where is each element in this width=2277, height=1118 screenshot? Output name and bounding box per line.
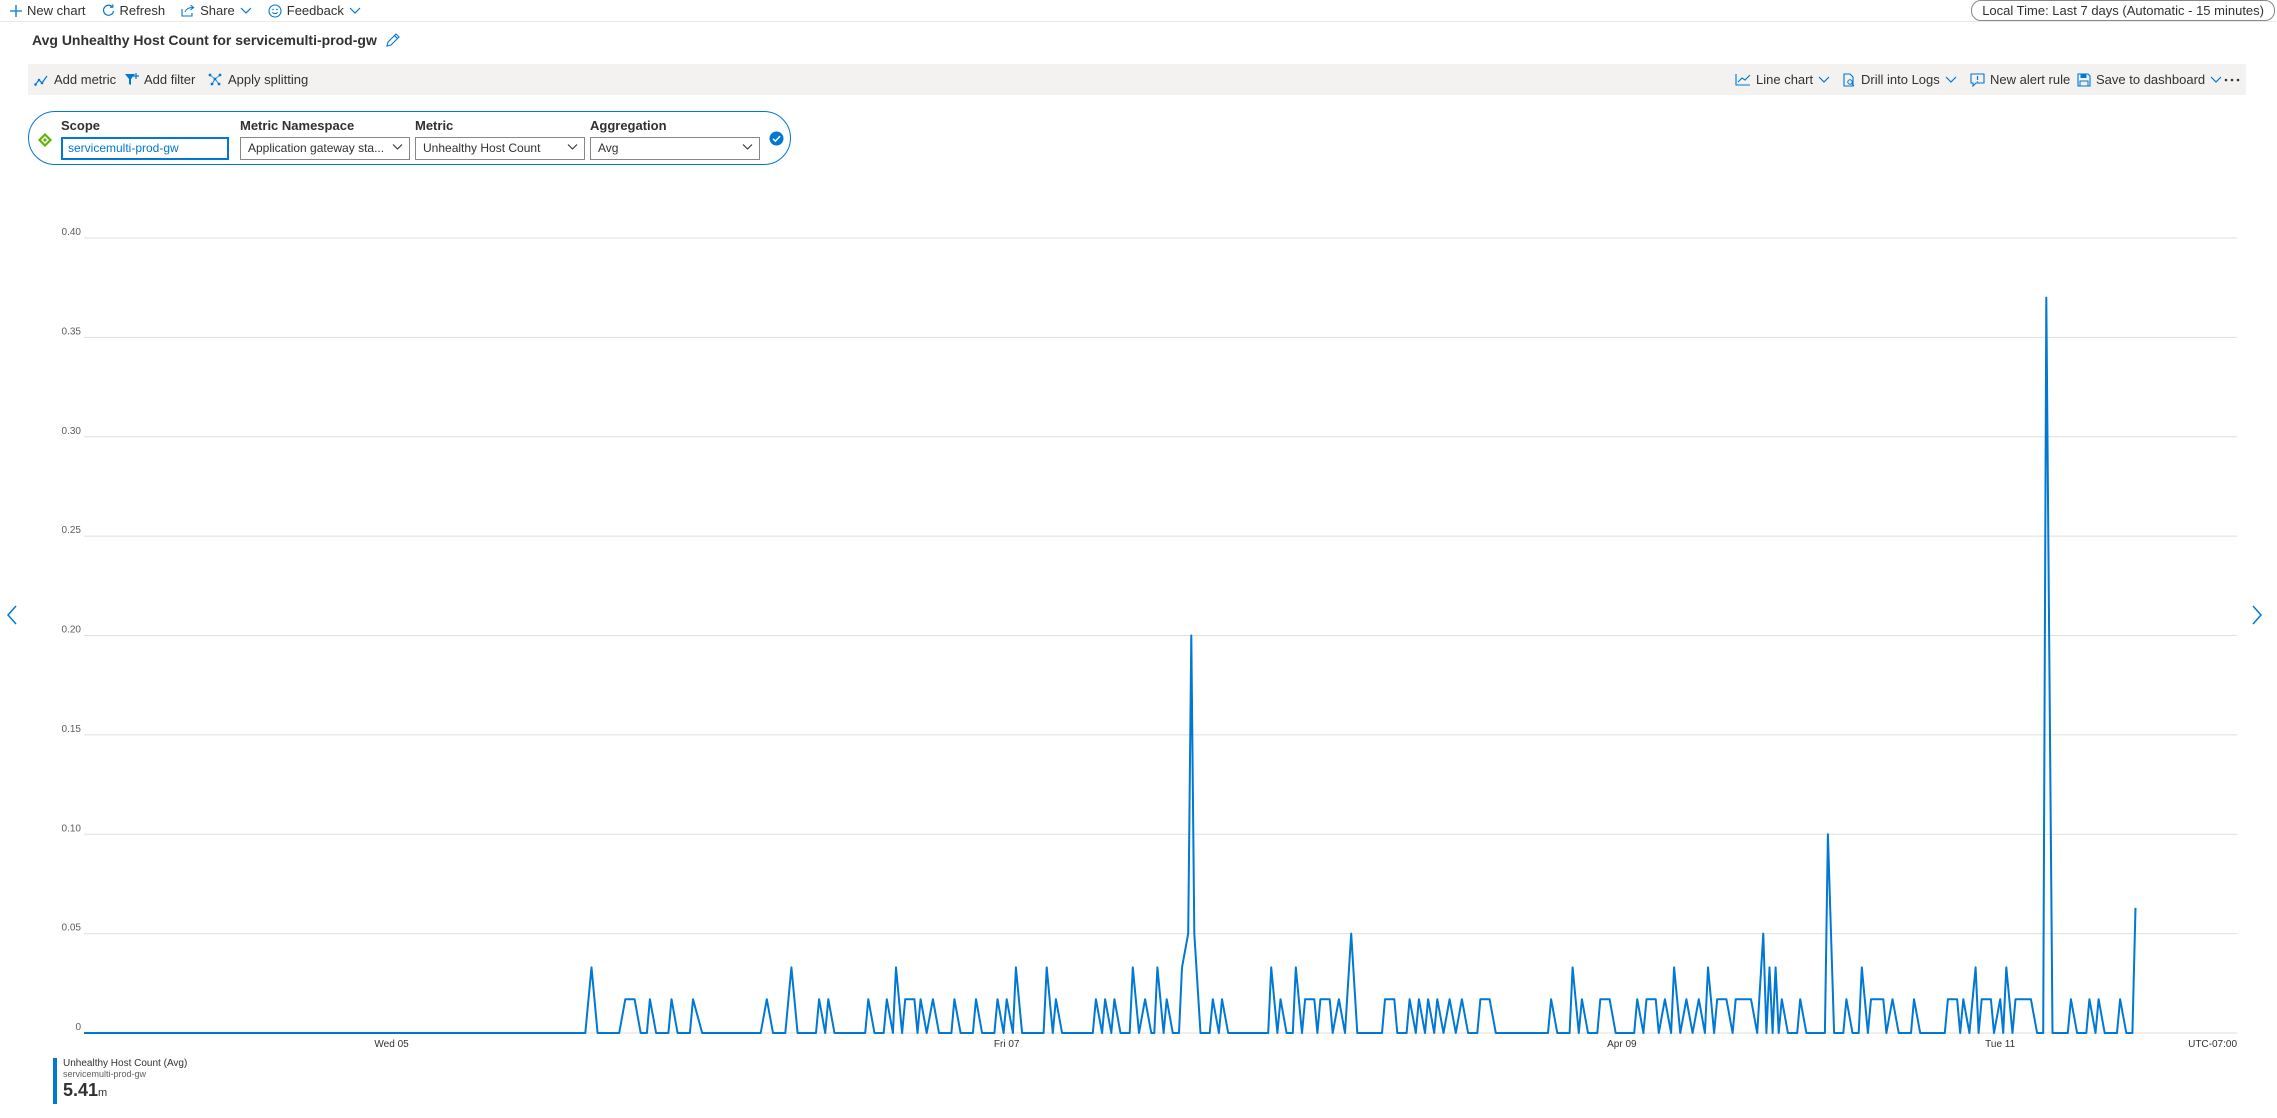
new-chart-button[interactable]: New chart: [10, 3, 86, 18]
filter-icon: [125, 73, 139, 85]
scope-input[interactable]: servicemulti-prod-gw: [61, 137, 229, 160]
share-label: Share: [200, 3, 235, 18]
new-chart-label: New chart: [27, 3, 86, 18]
metric-dropdown[interactable]: Unhealthy Host Count: [415, 137, 585, 160]
splitting-icon: [208, 73, 222, 86]
share-icon: [181, 4, 195, 17]
refresh-button[interactable]: Refresh: [102, 3, 166, 18]
feedback-label: Feedback: [286, 3, 344, 18]
line-chart-label: Line chart: [1756, 72, 1814, 87]
chevron-down-icon: [1818, 76, 1830, 83]
chart-gridlines: [84, 237, 2237, 1034]
alert-icon: [1970, 72, 1985, 87]
chevron-down-icon: [567, 144, 578, 150]
metric-value: Unhealthy Host Count: [423, 141, 541, 155]
new-alert-rule-label: New alert rule: [1990, 72, 2071, 87]
chevron-down-icon: [742, 144, 753, 150]
add-filter-button[interactable]: Add filter: [124, 64, 195, 95]
add-metric-button[interactable]: Add metric: [34, 64, 116, 95]
add-filter-label: Add filter: [144, 72, 196, 87]
y-tick-label: 0.40: [62, 227, 82, 238]
time-range-picker[interactable]: Local Time: Last 7 days (Automatic - 15 …: [1971, 0, 2275, 21]
line-chart: 0 0.05 0.10 0.15 0.20 0.25 0.30 0.35 0.40 Wed 05…: [62, 227, 2238, 1050]
chart-title-text: Avg Unhealthy Host Count for servicemult…: [32, 32, 377, 48]
smiley-icon: [268, 3, 282, 18]
add-metric-icon: [34, 75, 48, 86]
legend-series-name: Unhealthy Host Count (Avg): [63, 1058, 188, 1069]
namespace-value: Application gateway sta...: [248, 141, 385, 155]
namespace-label: Metric Namespace: [240, 118, 355, 133]
metric-selector-row: Scope servicemulti-prod-gw Metric Namesp…: [28, 111, 791, 165]
namespace-field: Metric Namespace Application gateway sta…: [240, 118, 410, 160]
y-tick-label: 0.20: [62, 625, 82, 636]
ellipsis-icon: [2224, 78, 2240, 81]
series-line: [84, 296, 2137, 1034]
plus-icon: [10, 4, 22, 17]
save-to-dashboard-dropdown[interactable]: Save to dashboard: [2077, 64, 2222, 95]
y-tick-label: 0.25: [62, 525, 82, 536]
chevron-down-icon: [240, 7, 252, 14]
scope-label: Scope: [61, 118, 101, 133]
apply-splitting-label: Apply splitting: [228, 72, 309, 87]
y-tick-label: 0.15: [62, 724, 82, 735]
aggregation-dropdown[interactable]: Avg: [590, 137, 760, 160]
chart-legend[interactable]: Unhealthy Host Count (Avg) servicemulti-…: [53, 1058, 187, 1104]
share-button[interactable]: Share: [181, 3, 252, 18]
chevron-down-icon: [2210, 76, 2222, 83]
x-tick-label: Fri 07: [994, 1039, 1020, 1050]
legend-resource: servicemulti-prod-gw: [63, 1069, 147, 1079]
drill-into-logs-label: Drill into Logs: [1861, 72, 1940, 87]
y-tick-label: 0: [75, 1022, 81, 1033]
y-tick-label: 0.05: [62, 923, 82, 934]
metric-label: Metric: [415, 118, 454, 133]
plot-area: [84, 296, 2137, 1034]
x-tick-label: Tue 11: [1985, 1039, 2015, 1050]
metric-field: Metric Unhealthy Host Count: [415, 118, 585, 160]
apply-splitting-button[interactable]: Apply splitting: [208, 64, 308, 95]
x-tick-label: Apr 09: [1607, 1039, 1637, 1050]
save-icon: [2077, 72, 2091, 87]
y-tick-label: 0.35: [62, 326, 82, 337]
y-tick-label: 0.10: [62, 823, 82, 834]
logs-icon: [1843, 72, 1855, 87]
legend-value-number: 5.41: [63, 1080, 99, 1100]
legend-value: 5.41m: [63, 1080, 187, 1101]
aggregation-field: Aggregation Avg: [590, 118, 760, 160]
aggregation-value: Avg: [598, 141, 619, 155]
refresh-label: Refresh: [119, 3, 166, 18]
refresh-icon: [102, 4, 114, 16]
top-toolbar: New chart Refresh Share Feedback Local T…: [0, 0, 2277, 22]
chevron-down-icon: [349, 7, 361, 14]
namespace-dropdown[interactable]: Application gateway sta...: [240, 137, 410, 160]
new-alert-rule-button[interactable]: New alert rule: [1970, 64, 2070, 95]
chevron-down-icon: [1945, 76, 1957, 83]
save-to-dashboard-label: Save to dashboard: [2096, 72, 2206, 87]
scope-field: Scope servicemulti-prod-gw: [61, 118, 229, 160]
chart-command-bar: Add metric Add filter Apply splitting Li…: [28, 64, 2246, 95]
line-chart-dropdown[interactable]: Line chart: [1735, 64, 1830, 95]
y-axis: 0 0.05 0.10 0.15 0.20 0.25 0.30 0.35 0.40: [62, 227, 82, 1033]
line-chart-icon: [1735, 74, 1751, 86]
legend-value-unit: m: [98, 1087, 108, 1099]
timezone-label: UTC-07:00: [2188, 1039, 2237, 1050]
resource-icon: [38, 133, 52, 147]
x-tick-label: Wed 05: [374, 1039, 409, 1050]
more-options-button[interactable]: [2224, 64, 2240, 95]
y-tick-label: 0.30: [62, 426, 82, 437]
drill-into-logs-dropdown[interactable]: Drill into Logs: [1842, 64, 1957, 95]
aggregation-label: Aggregation: [590, 118, 667, 133]
chevron-down-icon: [392, 144, 403, 150]
add-metric-label: Add metric: [54, 72, 117, 87]
feedback-button[interactable]: Feedback: [268, 3, 361, 18]
x-axis: Wed 05 Fri 07 Apr 09 Tue 11 UTC-07:00: [374, 1039, 2237, 1050]
chart-title: Avg Unhealthy Host Count for servicemult…: [32, 32, 400, 48]
pencil-icon[interactable]: [385, 32, 400, 48]
checkmark-circle-icon[interactable]: [769, 131, 784, 146]
